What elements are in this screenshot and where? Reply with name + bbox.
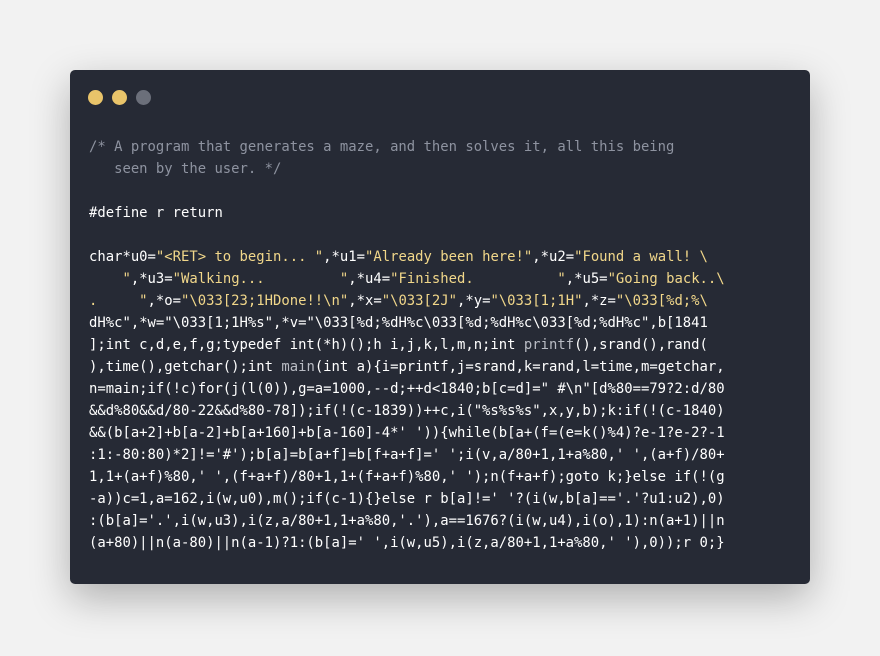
code-token: "Found a wall! \ [574, 249, 708, 265]
code-token: &&d%80&&d/80-22&&d%80-78]);if(!(c-1839))… [89, 403, 725, 419]
code-line: /* A program that generates a maze, and … [89, 136, 804, 158]
code-token: ,*u4= [348, 271, 391, 287]
code-token: ,*w="\033[1;1H%s",*v="\033[%d;%dH%c\033[… [130, 315, 708, 331]
code-token: "\033[1;1H" [490, 293, 583, 309]
code-block: /* A program that generates a maze, and … [89, 136, 804, 554]
code-line: ];int c,d,e,f,g;typedef int(*h)();h i,j,… [89, 334, 804, 356]
code-token: :(b[a]='.',i(w,u3),i(z,a/80+1,1+a%80,'.'… [89, 513, 725, 529]
code-token: main [281, 359, 315, 375]
code-token: ,*u2= [532, 249, 575, 265]
code-token: &&(b[a+2]+b[a-2]+b[a+160]+b[a-160]-4*' '… [89, 425, 725, 441]
code-line: &&d%80&&d/80-22&&d%80-78]);if(!(c-1839))… [89, 400, 804, 422]
code-token: ,*z= [582, 293, 616, 309]
code-token: "\033[23;1HDone!!\n" [181, 293, 349, 309]
code-token: ,*x= [348, 293, 382, 309]
code-token: "Finished. " [390, 271, 566, 287]
code-token: (),srand(),rand( [574, 337, 708, 353]
code-token: "\033[%d;%\ [615, 293, 708, 309]
code-token: ),time(),getchar();int [89, 359, 282, 375]
code-token: . " [89, 293, 148, 309]
code-token: ,*u3= [130, 271, 173, 287]
maximize-dot-icon[interactable] [136, 90, 151, 105]
code-token: /* A program that generates a maze, and … [89, 139, 675, 155]
code-line: (a+80)||n(a-80)||n(a-1)?1:(b[a]=' ',i(w,… [89, 532, 804, 554]
code-token: " [89, 271, 131, 287]
code-token: "\033[2J" [381, 293, 457, 309]
code-token: ,*u1= [323, 249, 365, 265]
code-line: &&(b[a+2]+b[a-2]+b[a+160]+b[a-160]-4*' '… [89, 422, 804, 444]
code-line: 1,1+(a+f)%80,' ',(f+a+f)/80+1,1+(f+a+f)%… [89, 466, 804, 488]
code-token: "Already been here!" [365, 249, 533, 265]
code-token: (a+80)||n(a-80)||n(a-1)?1:(b[a]=' ',i(w,… [89, 535, 725, 551]
code-token: #define r return [89, 205, 223, 221]
code-token: (int a){i=printf,j=srand,k=rand,l=time,m… [314, 359, 725, 375]
code-line: -a))c=1,a=162,i(w,u0),m();if(c-1){}else … [89, 488, 804, 510]
code-token: dH%c" [89, 315, 131, 331]
code-token: -a))c=1,a=162,i(w,u0),m();if(c-1){}else … [89, 491, 725, 507]
code-token: "<RET> to begin... " [155, 249, 324, 265]
code-token: ,*u5= [565, 271, 608, 287]
code-token: ,*y= [457, 293, 491, 309]
code-token: "Going back..\ [607, 271, 725, 287]
code-token: :1:-80:80)*2]!='#');b[a]=b[a+f]=b[f+a+f]… [89, 447, 725, 463]
code-token: "Walking... " [172, 271, 349, 287]
code-line: ),time(),getchar();int main(int a){i=pri… [89, 356, 804, 378]
code-window: /* A program that generates a maze, and … [70, 70, 810, 584]
code-line: n=main;if(!c)for(j(l(0)),g=a=1000,--d;++… [89, 378, 804, 400]
code-line: . ",*o="\033[23;1HDone!!\n",*x="\033[2J"… [89, 290, 804, 312]
code-token: char*u0= [89, 249, 156, 265]
code-line: dH%c",*w="\033[1;1H%s",*v="\033[%d;%dH%c… [89, 312, 804, 334]
minimize-dot-icon[interactable] [112, 90, 127, 105]
code-token: printf [523, 337, 575, 353]
code-token: 1,1+(a+f)%80,' ',(f+a+f)/80+1,1+(f+a+f)%… [89, 469, 725, 485]
code-token: n=main;if(!c)for(j(l(0)),g=a=1000,--d;++… [89, 381, 725, 397]
code-token: seen by the user. */ [89, 161, 282, 177]
code-line: seen by the user. */ [89, 158, 804, 180]
code-line: ",*u3="Walking... ",*u4="Finished. ",*u5… [89, 268, 804, 290]
code-token: ,*o= [147, 293, 181, 309]
code-line: :1:-80:80)*2]!='#');b[a]=b[a+f]=b[f+a+f]… [89, 444, 804, 466]
code-line: #define r return [89, 202, 804, 224]
code-token: ];int c,d,e,f,g;typedef int(*h)();h i,j,… [89, 337, 524, 353]
code-line: char*u0="<RET> to begin... ",*u1="Alread… [89, 246, 804, 268]
close-dot-icon[interactable] [88, 90, 103, 105]
code-line: :(b[a]='.',i(w,u3),i(z,a/80+1,1+a%80,'.'… [89, 510, 804, 532]
